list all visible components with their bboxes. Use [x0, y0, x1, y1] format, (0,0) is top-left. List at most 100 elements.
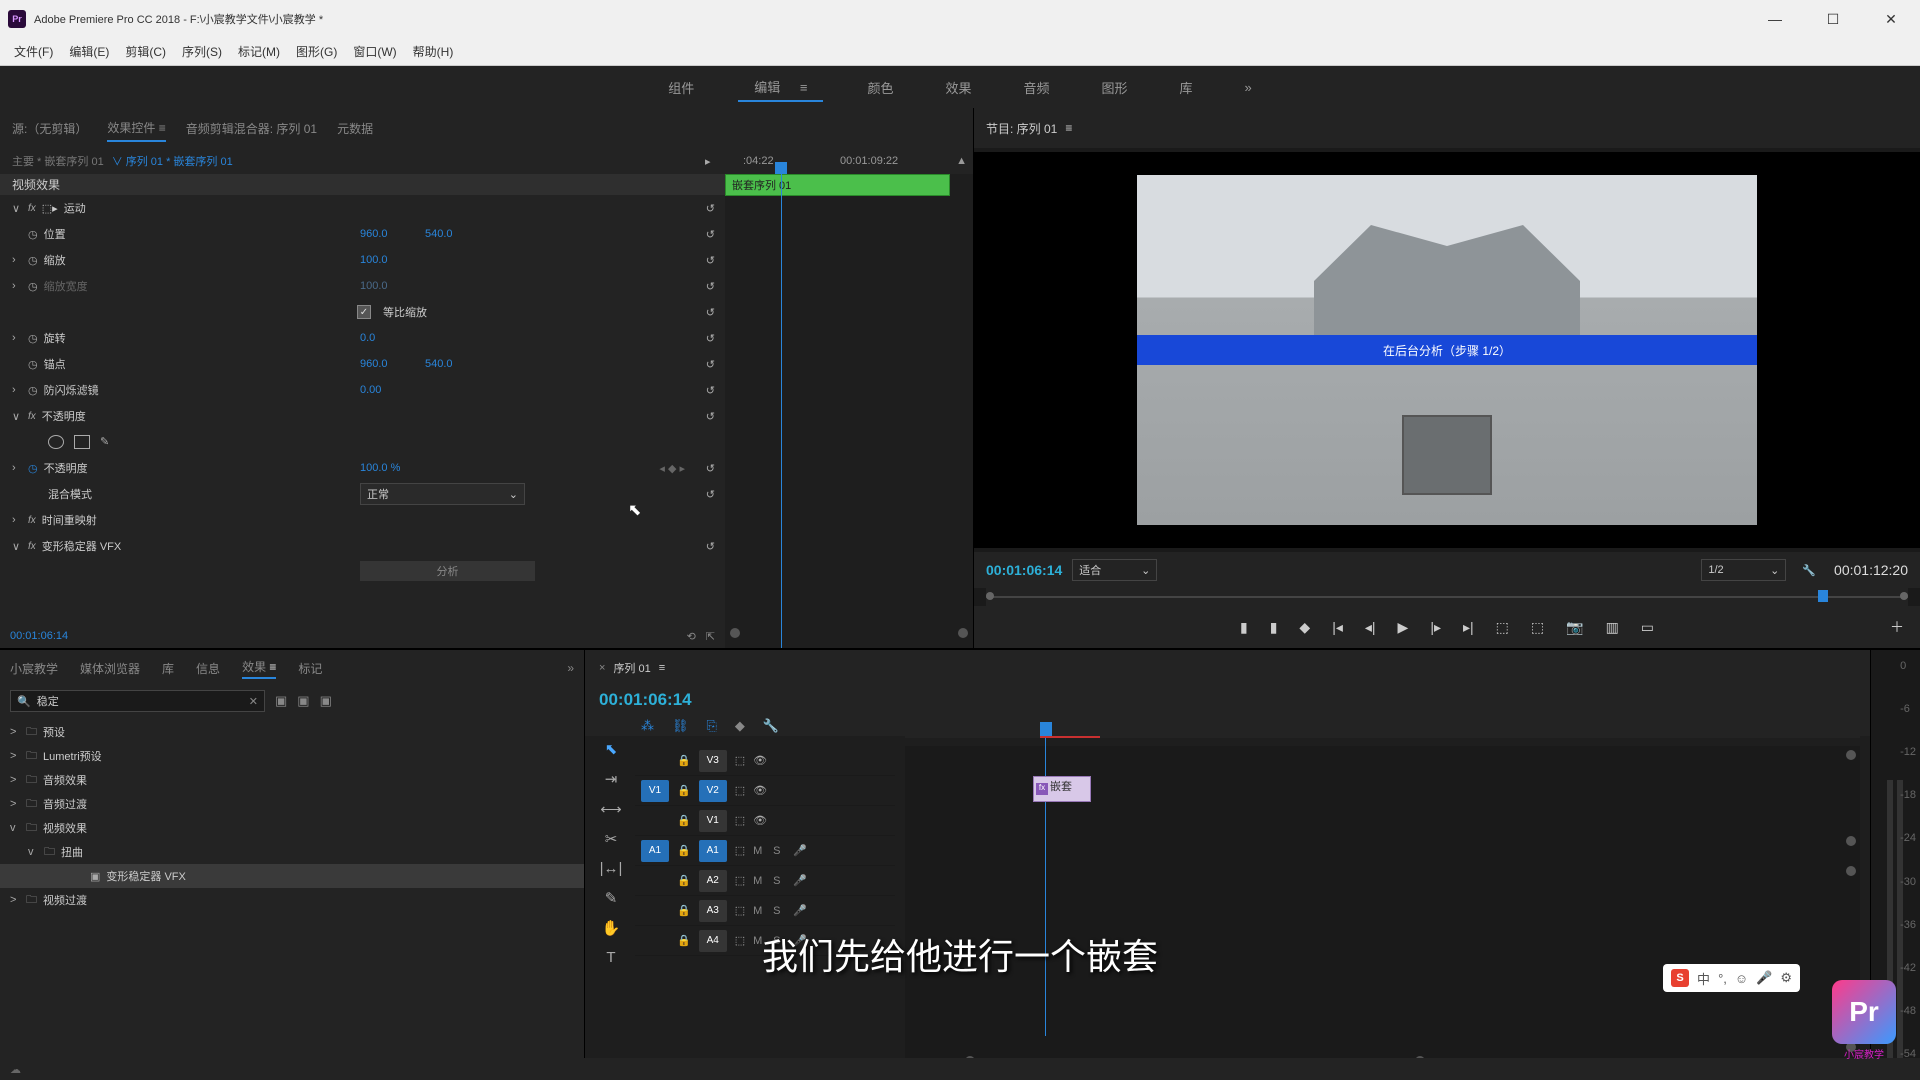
snapshot-icon[interactable]: 📷: [1566, 619, 1583, 636]
reset-icon[interactable]: ↺: [706, 202, 715, 215]
menu-edit[interactable]: 编辑(E): [63, 41, 115, 62]
tree-row[interactable]: >🗀音频过渡: [0, 792, 584, 816]
program-monitor[interactable]: 在后台分析（步骤 1/2）: [974, 152, 1920, 548]
safe-margins-icon[interactable]: ▭: [1641, 619, 1654, 636]
stopwatch-icon[interactable]: ◷: [28, 228, 38, 241]
menu-marker[interactable]: 标记(M): [232, 41, 286, 62]
comparison-icon[interactable]: ▥: [1606, 619, 1619, 636]
tree-row[interactable]: >🗀视频过渡: [0, 888, 584, 912]
menu-window[interactable]: 窗口(W): [347, 41, 402, 62]
anchor-x[interactable]: 960.0: [360, 358, 388, 370]
step-fwd-icon[interactable]: |▸: [1430, 619, 1441, 636]
tab-media-browser[interactable]: 媒体浏览器: [80, 660, 140, 677]
program-scrubber[interactable]: [986, 588, 1908, 606]
magnet-icon[interactable]: ⛓: [672, 718, 689, 734]
reset-icon[interactable]: ↺: [706, 332, 715, 345]
tab-info[interactable]: 信息: [196, 660, 220, 677]
reset-icon[interactable]: ↺: [706, 254, 715, 267]
type-tool-icon[interactable]: T: [606, 949, 615, 966]
step-back-icon[interactable]: ◂|: [1365, 619, 1376, 636]
ime-settings[interactable]: ⚙: [1780, 970, 1792, 986]
ime-lang[interactable]: 中: [1697, 969, 1710, 988]
tree-row[interactable]: >🗀预设: [0, 720, 584, 744]
fx-yuv-icon[interactable]: ▣: [320, 693, 332, 709]
tab-markers[interactable]: 标记: [298, 660, 322, 677]
menu-file[interactable]: 文件(F): [8, 41, 59, 62]
collapse-icon[interactable]: ▲: [956, 155, 967, 167]
wrench-icon[interactable]: 🔧: [763, 718, 779, 734]
program-timecode[interactable]: 00:01:06:14: [986, 562, 1062, 578]
snap-icon[interactable]: ⁂: [641, 718, 654, 734]
selection-tool-icon[interactable]: ⬉: [605, 740, 618, 758]
panel-menu-icon[interactable]: ≡: [1065, 121, 1072, 135]
stopwatch-icon[interactable]: ◷: [28, 254, 38, 267]
ec-warp-stabilizer[interactable]: ∨fx变形稳定器 VFX↺: [0, 533, 725, 559]
cc-icon[interactable]: ☁: [10, 1063, 21, 1076]
stopwatch-icon[interactable]: ◷: [28, 358, 38, 371]
reset-icon[interactable]: ↺: [706, 540, 715, 553]
loop-icon[interactable]: ⟲: [687, 630, 696, 643]
ec-motion[interactable]: ∨fx⬚▸运动↺: [0, 195, 725, 221]
timeline-ruler[interactable]: [905, 718, 1860, 738]
ec-clip-bar[interactable]: 嵌套序列 01: [725, 174, 950, 196]
wrench-icon[interactable]: 🔧: [1802, 564, 1816, 577]
pen-tool-icon[interactable]: ✎: [605, 889, 618, 907]
video-track-header[interactable]: V1🔒V2⬚👁: [635, 776, 895, 806]
ec-timeremap[interactable]: ›fx时间重映射: [0, 507, 725, 533]
close-button[interactable]: ✕: [1862, 0, 1920, 38]
pen-mask-icon[interactable]: ✎: [100, 435, 116, 449]
fx-badge-icon[interactable]: ▣: [275, 693, 287, 709]
panel-menu-icon[interactable]: ≡: [659, 662, 665, 674]
mark-in-icon[interactable]: ▮: [1240, 619, 1248, 636]
tab-source[interactable]: 源:（无剪辑）: [12, 116, 87, 141]
ws-effects[interactable]: 效果: [937, 74, 979, 101]
tab-project[interactable]: 小宸教学: [10, 660, 58, 677]
pos-x[interactable]: 960.0: [360, 228, 388, 240]
ws-libraries[interactable]: 库: [1172, 74, 1201, 101]
ws-color[interactable]: 颜色: [859, 74, 901, 101]
tree-row[interactable]: v🗀视频效果: [0, 816, 584, 840]
timeline-area[interactable]: fx嵌套: [905, 746, 1860, 1070]
ime-emoji[interactable]: ☺: [1735, 971, 1748, 986]
ime-punct[interactable]: °,: [1718, 971, 1727, 986]
razor-tool-icon[interactable]: ✂: [605, 830, 618, 848]
tab-effect-controls[interactable]: 效果控件 ≡: [107, 115, 165, 142]
ws-graphics[interactable]: 图形: [1094, 74, 1136, 101]
clear-search-icon[interactable]: ✕: [249, 695, 258, 708]
blend-dropdown[interactable]: 正常⌄: [360, 483, 525, 505]
ripple-tool-icon[interactable]: ⟷: [600, 800, 622, 818]
reset-icon[interactable]: ↺: [706, 410, 715, 423]
extract-icon[interactable]: ⬚: [1531, 619, 1544, 636]
tree-row[interactable]: ▣变形稳定器 VFX: [0, 864, 584, 888]
ec-clip-path[interactable]: 序列 01 * 嵌套序列 01: [126, 156, 233, 168]
scale-val[interactable]: 100.0: [360, 254, 388, 266]
play-icon[interactable]: ▶: [1398, 619, 1409, 636]
video-track-header[interactable]: 🔒V3⬚👁: [635, 746, 895, 776]
ec-master[interactable]: 主要 * 嵌套序列 01: [12, 153, 104, 169]
audio-track-header[interactable]: 🔒A3⬚MS🎤: [635, 896, 895, 926]
stopwatch-icon[interactable]: ◷: [28, 332, 38, 345]
stopwatch-icon[interactable]: ◷: [28, 462, 38, 475]
tab-audio-mixer[interactable]: 音频剪辑混合器: 序列 01: [186, 116, 317, 141]
ec-timecode[interactable]: 00:01:06:14: [10, 630, 68, 642]
tab-metadata[interactable]: 元数据: [337, 116, 373, 141]
close-seq-icon[interactable]: ×: [599, 662, 605, 674]
playhead[interactable]: [1040, 722, 1052, 736]
menu-sequence[interactable]: 序列(S): [176, 41, 228, 62]
marker-icon[interactable]: ◆: [735, 718, 745, 734]
timeline-clip[interactable]: fx嵌套: [1033, 776, 1091, 802]
tree-row[interactable]: >🗀音频效果: [0, 768, 584, 792]
flicker-val[interactable]: 0.00: [360, 384, 381, 396]
uniform-checkbox[interactable]: [357, 305, 371, 319]
hand-tool-icon[interactable]: ✋: [602, 919, 621, 937]
playhead-marker[interactable]: [1818, 590, 1828, 602]
fx-32-icon[interactable]: ▣: [297, 693, 309, 709]
maximize-button[interactable]: ☐: [1804, 0, 1862, 38]
pos-y[interactable]: 540.0: [425, 228, 453, 240]
rot-val[interactable]: 0.0: [360, 332, 375, 344]
go-in-icon[interactable]: |◂: [1332, 619, 1343, 636]
minimize-button[interactable]: —: [1746, 0, 1804, 38]
export-icon[interactable]: ⇱: [706, 630, 715, 643]
rect-mask-icon[interactable]: [74, 435, 90, 449]
tab-effects[interactable]: 效果 ≡: [242, 658, 276, 679]
